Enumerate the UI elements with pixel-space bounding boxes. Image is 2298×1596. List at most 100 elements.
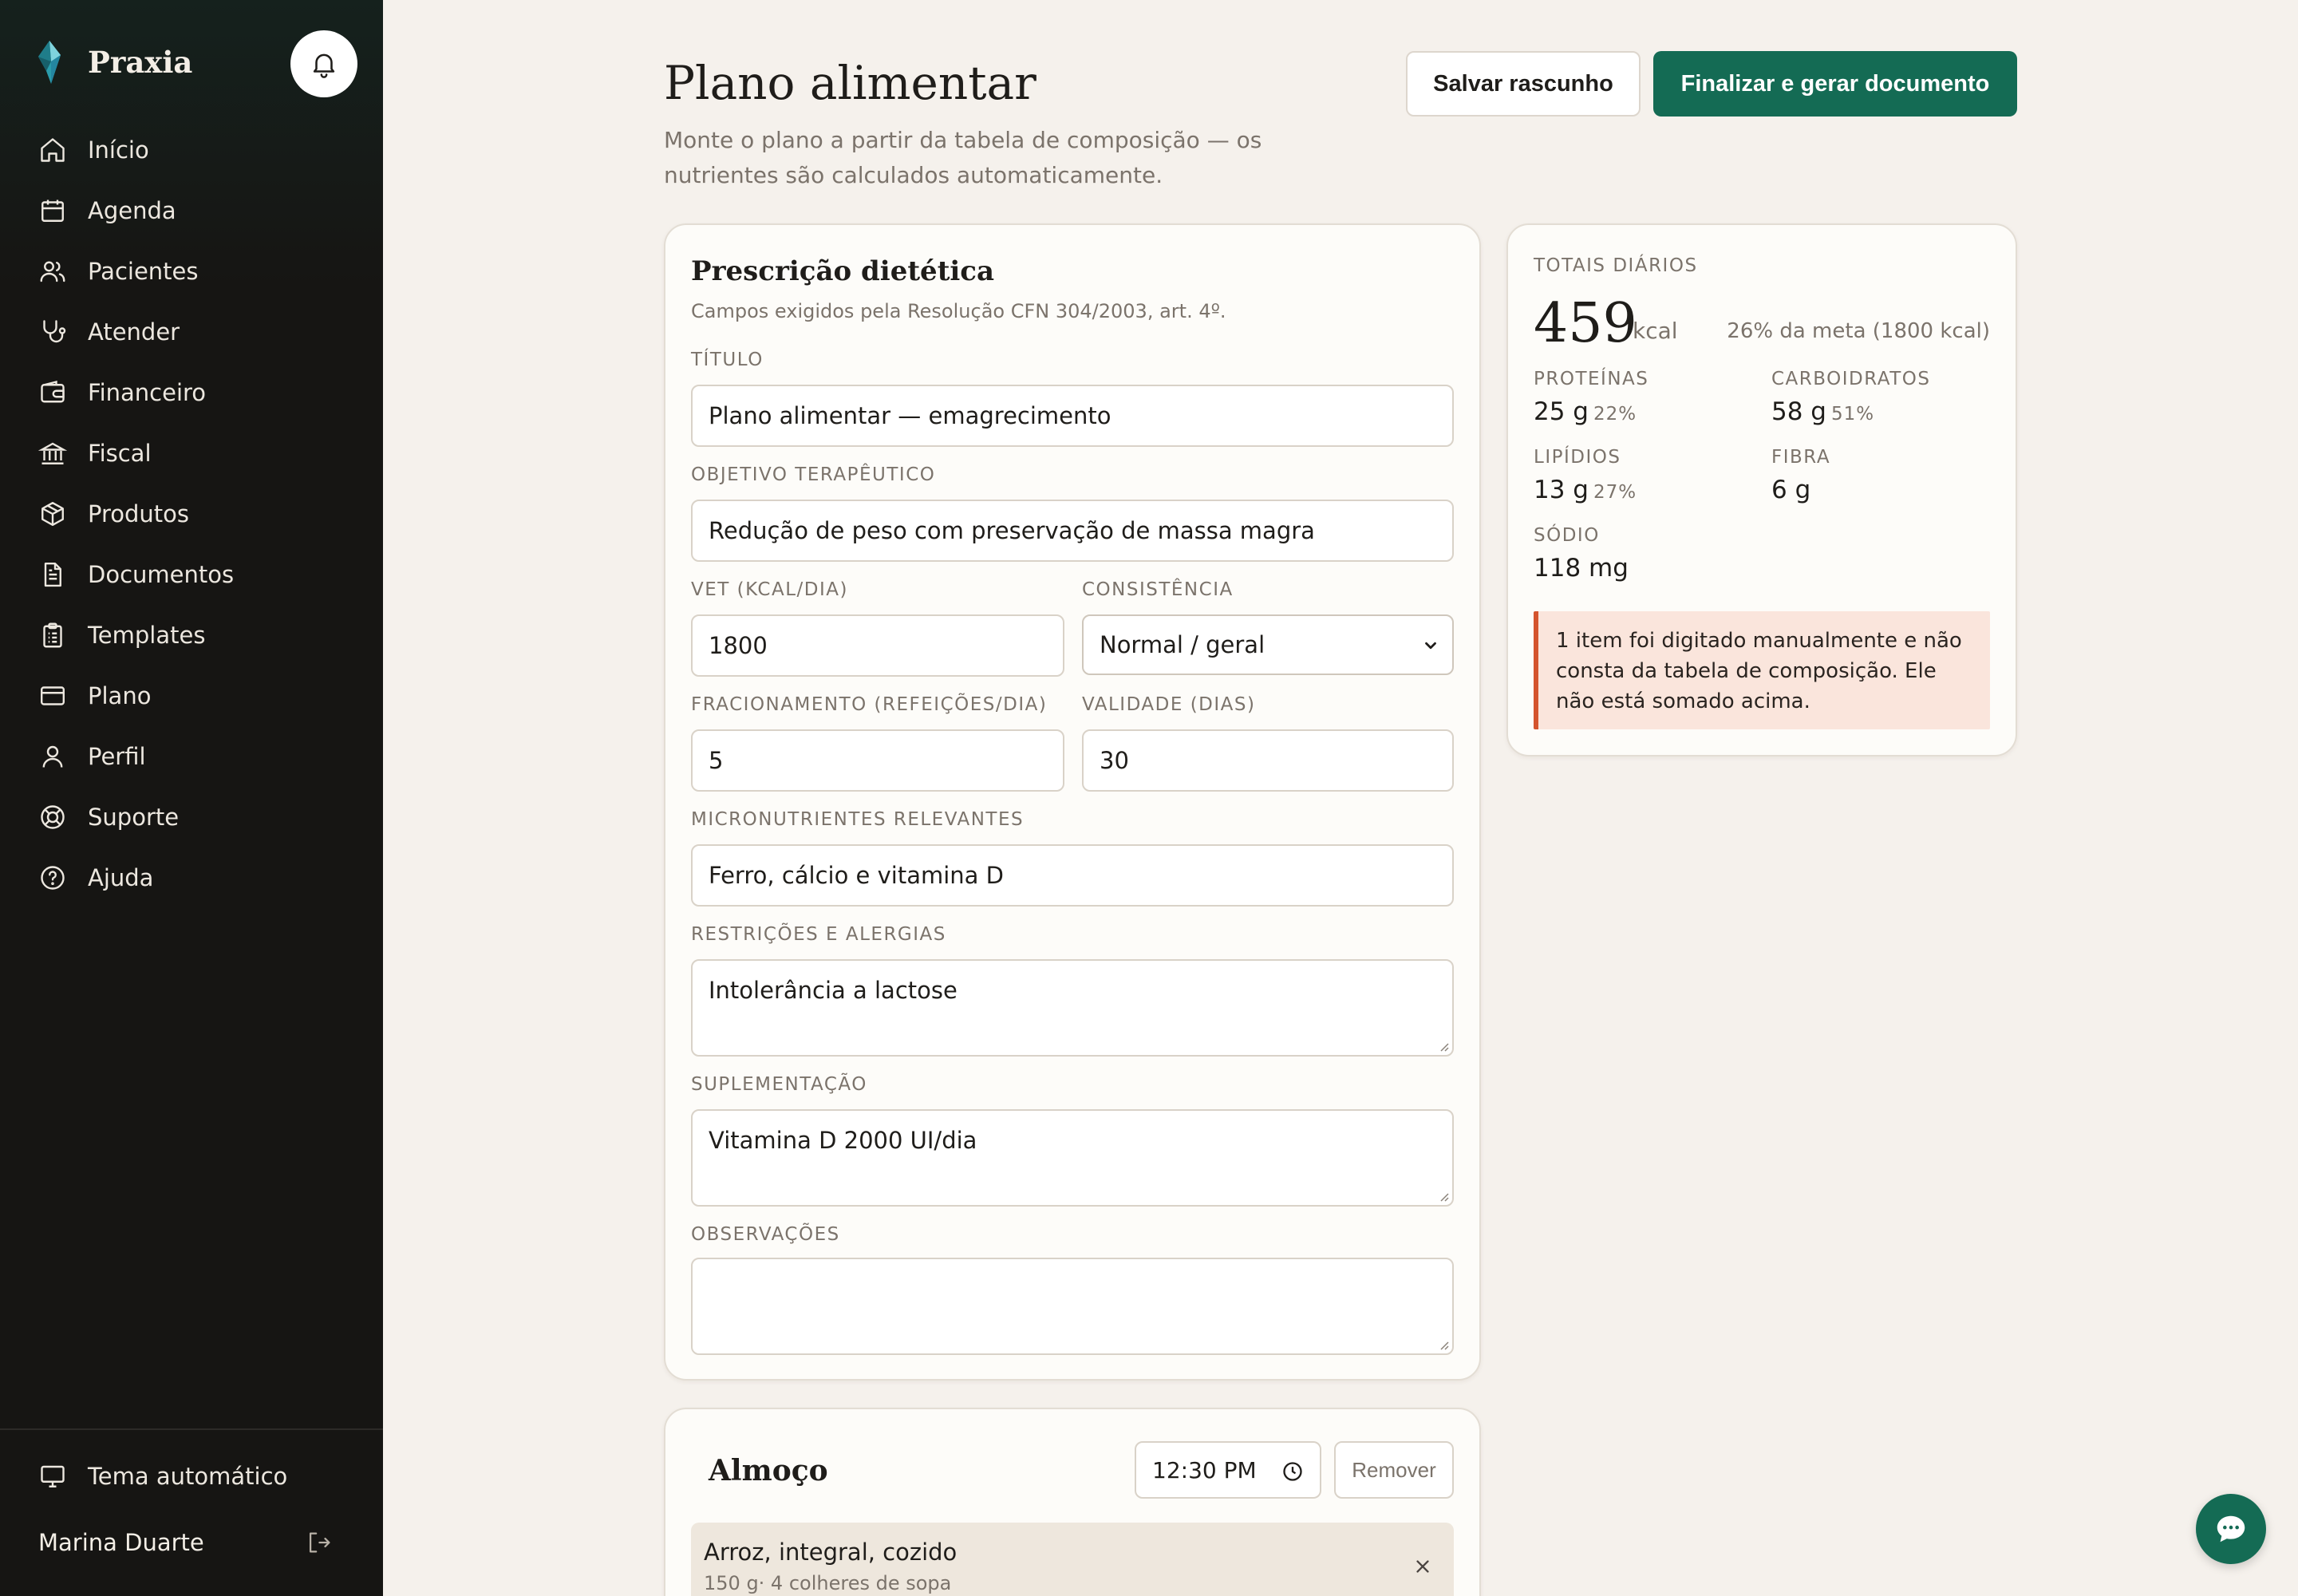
sidebar: Praxia Início Agenda Pacientes Atender F… xyxy=(0,0,383,1596)
sidebar-item-perfil[interactable]: Perfil xyxy=(0,726,383,787)
protein-pct: 22% xyxy=(1593,404,1637,425)
protein-value: 25 g xyxy=(1534,397,1589,426)
sidebar-item-pacientes[interactable]: Pacientes xyxy=(0,241,383,302)
carbs-value: 58 g xyxy=(1771,397,1826,426)
close-icon[interactable] xyxy=(1414,1558,1431,1575)
sodium-value: 118 mg xyxy=(1534,554,1629,583)
sidebar-item-label: Fiscal xyxy=(88,440,152,467)
bell-icon xyxy=(313,53,335,78)
finalize-document-button[interactable]: Finalizar e gerar documento xyxy=(1653,51,2017,117)
stethoscope-icon xyxy=(43,320,66,343)
save-draft-button[interactable]: Salvar rascunho xyxy=(1406,51,1641,117)
resize-handle-icon[interactable] xyxy=(1438,1041,1449,1052)
notifications-button[interactable] xyxy=(290,30,357,97)
micronutrients-label: MICRONUTRIENTES RELEVANTES xyxy=(691,809,1025,830)
sidebar-item-ajuda[interactable]: Ajuda xyxy=(0,847,383,908)
lipids-value: 13 g xyxy=(1534,476,1589,504)
box-icon xyxy=(41,502,64,526)
sidebar-item-documentos[interactable]: Documentos xyxy=(0,544,383,605)
sidebar-item-financeiro[interactable]: Financeiro xyxy=(0,362,383,423)
food-item: Arroz, integral, cozido 150 g· 4 colhere… xyxy=(691,1523,1454,1596)
totals-heading: TOTAIS DIÁRIOS xyxy=(1534,255,1698,276)
home-icon xyxy=(41,138,65,162)
meal-card: Almoço 12:30 PM Remover Arroz, integral,… xyxy=(664,1408,1481,1596)
sidebar-item-agenda[interactable]: Agenda xyxy=(0,180,383,241)
lifebuoy-icon xyxy=(41,805,65,829)
calendar-icon xyxy=(41,200,64,222)
consistency-select[interactable]: Normal / geral xyxy=(1082,614,1454,675)
sidebar-item-plano[interactable]: Plano xyxy=(0,666,383,726)
remove-meal-button[interactable]: Remover xyxy=(1334,1441,1454,1499)
objective-input[interactable]: Redução de peso com preservação de massa… xyxy=(691,500,1454,562)
sidebar-item-label: Perfil xyxy=(88,743,146,770)
brand[interactable]: Praxia xyxy=(35,38,192,86)
sidebar-item-label: Início xyxy=(88,136,149,164)
bank-icon xyxy=(38,442,67,464)
help-circle-icon xyxy=(41,866,65,890)
lipids-pct: 27% xyxy=(1593,482,1637,503)
validity-label: VALIDADE (DIAS) xyxy=(1082,694,1256,715)
meal-time-input[interactable]: 12:30 PM xyxy=(1135,1441,1321,1499)
supplement-value: Vitamina D 2000 UI/dia xyxy=(709,1127,977,1154)
wallet-icon xyxy=(41,380,65,403)
sidebar-item-fiscal[interactable]: Fiscal xyxy=(0,423,383,484)
user-name: Marina Duarte xyxy=(38,1529,204,1556)
manual-item-warning: 1 item foi digitado manualmente e não co… xyxy=(1534,611,1990,729)
user-row: Marina Duarte xyxy=(38,1529,332,1556)
sidebar-item-inicio[interactable]: Início xyxy=(0,120,383,180)
sidebar-item-suporte[interactable]: Suporte xyxy=(0,787,383,847)
goal-percentage: 26% da meta (1800 kcal) xyxy=(1727,319,1990,343)
notes-textarea[interactable] xyxy=(691,1258,1454,1355)
supplement-label: SUPLEMENTAÇÃO xyxy=(691,1074,867,1095)
sidebar-item-produtos[interactable]: Produtos xyxy=(0,484,383,544)
carbs-stat: 58 g 51% xyxy=(1771,397,1874,426)
sidebar-item-label: Templates xyxy=(88,622,206,649)
food-quantity: 150 g· 4 colheres de sopa xyxy=(704,1572,952,1594)
prescription-title: Prescrição dietética xyxy=(691,255,995,287)
consistency-label: CONSISTÊNCIA xyxy=(1082,579,1234,600)
restrictions-label: RESTRIÇÕES E ALERGIAS xyxy=(691,924,946,945)
page-subtitle: Monte o plano a partir da tabela de comp… xyxy=(664,127,1262,188)
sodium-label: SÓDIO xyxy=(1534,525,1600,546)
kcal-value: 459 xyxy=(1534,292,1637,355)
micronutrients-input[interactable]: Ferro, cálcio e vitamina D xyxy=(691,844,1454,907)
sidebar-item-templates[interactable]: Templates xyxy=(0,605,383,666)
fraction-input[interactable]: 5 xyxy=(691,729,1064,792)
kcal-unit: kcal xyxy=(1633,318,1678,344)
sidebar-item-label: Plano xyxy=(88,682,152,709)
sidebar-item-label: Suporte xyxy=(88,804,180,831)
carbs-label: CARBOIDRATOS xyxy=(1771,369,1931,389)
brand-name: Praxia xyxy=(88,45,193,80)
sidebar-item-atender[interactable]: Atender xyxy=(0,302,383,362)
sidebar-item-label: Ajuda xyxy=(88,864,154,891)
clock-icon[interactable] xyxy=(1281,1460,1304,1483)
vet-input[interactable]: 1800 xyxy=(691,614,1064,677)
fiber-label: FIBRA xyxy=(1771,447,1831,468)
supplement-textarea[interactable]: Vitamina D 2000 UI/dia xyxy=(691,1109,1454,1207)
lipids-stat: 13 g 27% xyxy=(1534,476,1637,504)
prescription-card: Prescrição dietética Campos exigidos pel… xyxy=(664,223,1481,1381)
restrictions-textarea[interactable]: Intolerância a lactose xyxy=(691,959,1454,1057)
chat-bubble-icon xyxy=(2217,1515,2245,1543)
daily-totals-card: TOTAIS DIÁRIOS 459 kcal 26% da meta (180… xyxy=(1506,223,2017,757)
resize-handle-icon[interactable] xyxy=(1438,1191,1449,1202)
objective-label: OBJETIVO TERAPÊUTICO xyxy=(691,464,936,485)
chat-button[interactable] xyxy=(2196,1494,2266,1564)
resize-handle-icon[interactable] xyxy=(1438,1339,1449,1350)
fraction-label: FRACIONAMENTO (REFEIÇÕES/DIA) xyxy=(691,694,1048,715)
sidebar-item-label: Produtos xyxy=(88,500,190,527)
sidebar-nav: Início Agenda Pacientes Atender Financei… xyxy=(0,120,383,908)
meal-title: Almoço xyxy=(709,1454,828,1487)
theme-label: Tema automático xyxy=(88,1463,288,1490)
notes-label: OBSERVAÇÕES xyxy=(691,1224,840,1245)
credit-card-icon xyxy=(40,686,65,705)
sidebar-item-label: Agenda xyxy=(88,197,176,224)
sidebar-item-label: Pacientes xyxy=(88,258,199,285)
validity-input[interactable]: 30 xyxy=(1082,729,1454,792)
vet-label: VET (KCAL/DIA) xyxy=(691,579,848,600)
restrictions-value: Intolerância a lactose xyxy=(709,977,958,1004)
logout-icon[interactable] xyxy=(305,1529,332,1556)
title-input[interactable]: Plano alimentar — emagrecimento xyxy=(691,385,1454,447)
lipids-label: LIPÍDIOS xyxy=(1534,447,1621,468)
theme-toggle[interactable]: Tema automático xyxy=(38,1462,287,1491)
